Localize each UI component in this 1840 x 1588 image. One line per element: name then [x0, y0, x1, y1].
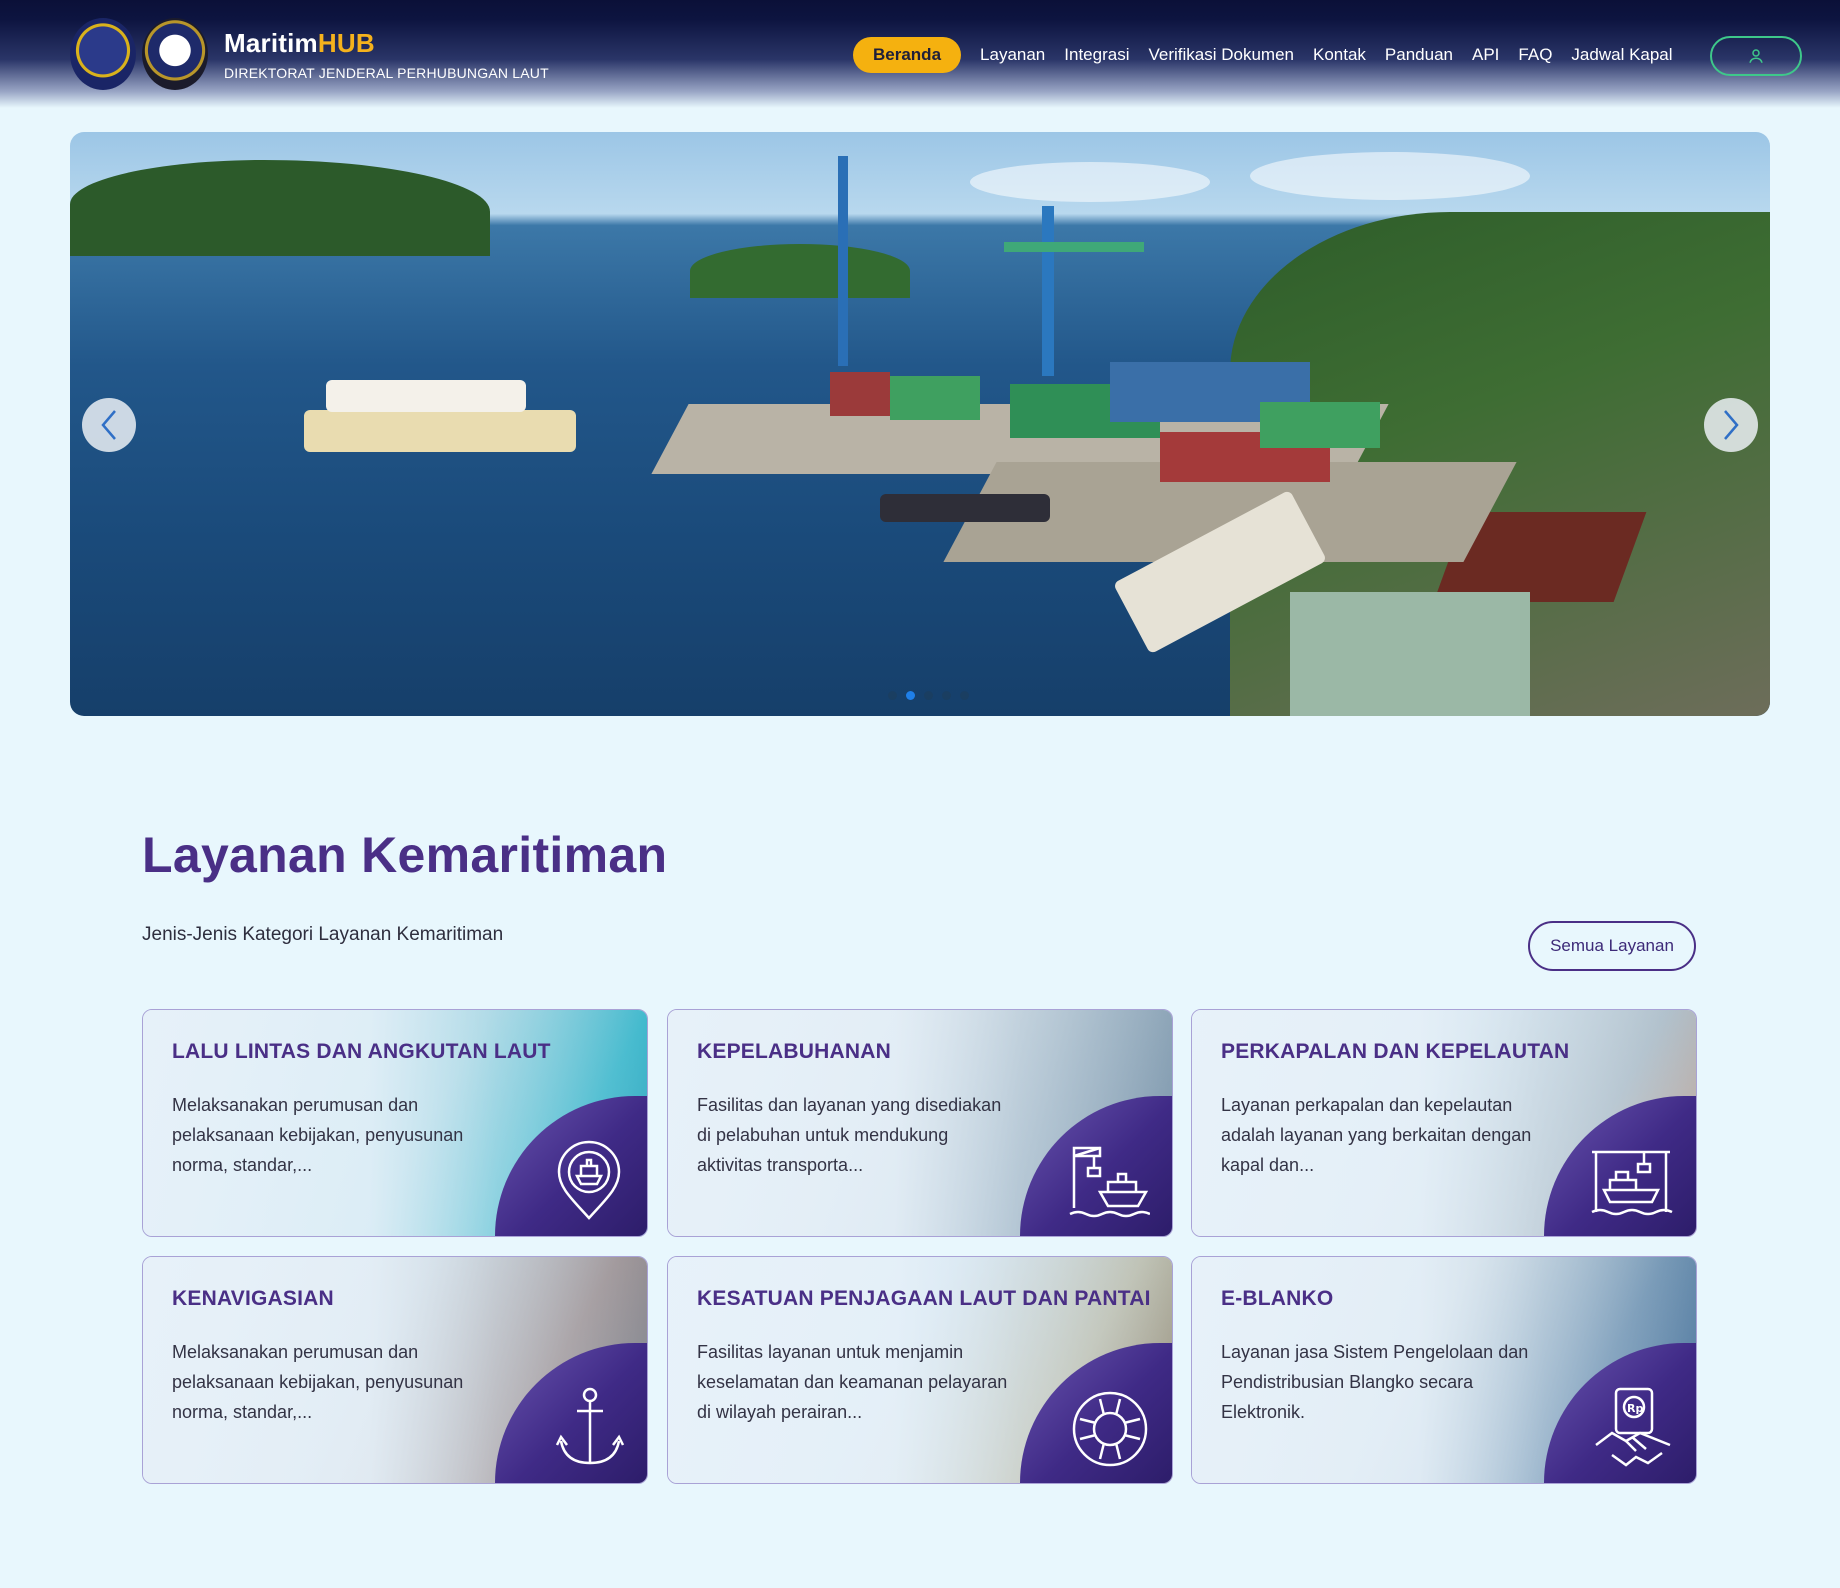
lifebuoy-icon	[1072, 1391, 1148, 1467]
carousel-dot-active[interactable]	[906, 691, 915, 700]
crane-shape	[1042, 206, 1054, 376]
nav-faq[interactable]: FAQ	[1518, 45, 1552, 65]
nav-api[interactable]: API	[1472, 45, 1499, 65]
cloud-shape	[1250, 152, 1530, 200]
chevron-right-icon	[1724, 410, 1739, 440]
card-description: Layanan perkapalan dan kepelautan adalah…	[1221, 1095, 1532, 1175]
chevron-left-icon	[101, 410, 116, 440]
card-description: Fasilitas dan layanan yang disediakan di…	[697, 1095, 1002, 1175]
nav-verifikasi-dokumen[interactable]: Verifikasi Dokumen	[1148, 45, 1294, 65]
carousel-dot[interactable]	[942, 691, 951, 700]
directorate-logo	[142, 18, 208, 90]
brand-subtitle: DIREKTORAT JENDERAL PERHUBUNGAN LAUT	[224, 64, 549, 81]
user-icon	[1749, 49, 1763, 63]
main-nav: Beranda Layanan Integrasi Verifikasi Dok…	[853, 37, 1840, 73]
hero-carousel[interactable]	[70, 132, 1770, 716]
island-shape	[690, 244, 910, 298]
card-title: PERKAPALAN DAN KEPELAUTAN	[1221, 1040, 1570, 1063]
handshake-payment-icon: Rp	[1595, 1387, 1671, 1467]
all-services-button[interactable]: Semua Layanan	[1528, 921, 1696, 971]
top-header: MaritimHUB DIREKTORAT JENDERAL PERHUBUNG…	[0, 0, 1840, 108]
carousel-dot[interactable]	[888, 691, 897, 700]
carousel-dots	[888, 691, 978, 700]
ferry-ship-shape	[326, 380, 526, 412]
card-title: KENAVIGASIAN	[172, 1287, 334, 1310]
crane-shape	[838, 156, 848, 366]
nav-integrasi[interactable]: Integrasi	[1064, 45, 1129, 65]
building-shape	[1290, 592, 1530, 716]
container-stack	[830, 372, 890, 416]
island-shape	[70, 160, 490, 256]
service-card-kenavigasian[interactable]: KENAVIGASIAN Melaksanakan perumusan dan …	[142, 1256, 648, 1484]
card-description: Layanan jasa Sistem Pengelolaan dan Pend…	[1221, 1342, 1529, 1422]
carousel-dot[interactable]	[924, 691, 933, 700]
brand[interactable]: MaritimHUB DIREKTORAT JENDERAL PERHUBUNG…	[70, 18, 549, 90]
ferry-ship-shape	[304, 410, 576, 452]
brand-name: MaritimHUB	[224, 28, 549, 59]
nav-beranda[interactable]: Beranda	[853, 37, 962, 73]
brand-name-accent: HUB	[317, 27, 375, 58]
service-card-kplp[interactable]: KESATUAN PENJAGAAN LAUT DAN PANTAI Fasil…	[667, 1256, 1173, 1484]
carousel-prev-button[interactable]	[82, 398, 136, 452]
nav-kontak[interactable]: Kontak	[1313, 45, 1366, 65]
brand-text: MaritimHUB DIREKTORAT JENDERAL PERHUBUNG…	[224, 28, 549, 81]
ship-location-icon	[557, 1140, 621, 1220]
brand-name-main: Maritim	[224, 27, 318, 58]
container-stack	[1260, 402, 1380, 448]
card-description: Fasilitas layanan untuk menjamin keselam…	[697, 1342, 1008, 1422]
tug-ship-shape	[880, 494, 1050, 522]
svg-text:Rp: Rp	[1627, 1402, 1643, 1415]
card-title: LALU LINTAS DAN ANGKUTAN LAUT	[172, 1040, 551, 1063]
ministry-logo	[70, 18, 136, 90]
section-title: Layanan Kemaritiman	[142, 827, 668, 883]
shipyard-icon	[1591, 1150, 1673, 1216]
anchor-icon	[555, 1387, 625, 1465]
service-card-perkapalan[interactable]: PERKAPALAN DAN KEPELAUTAN Layanan perkap…	[1191, 1009, 1697, 1237]
card-description: Melaksanakan perumusan dan pelaksanaan k…	[172, 1095, 464, 1175]
container-stack	[890, 376, 980, 420]
carousel-next-button[interactable]	[1704, 398, 1758, 452]
nav-panduan[interactable]: Panduan	[1385, 45, 1453, 65]
card-description: Melaksanakan perumusan dan pelaksanaan k…	[172, 1342, 464, 1422]
nav-jadwal-kapal[interactable]: Jadwal Kapal	[1571, 45, 1672, 65]
cloud-shape	[970, 162, 1210, 202]
nav-layanan[interactable]: Layanan	[980, 45, 1045, 65]
service-card-e-blanko[interactable]: E-BLANKO Layanan jasa Sistem Pengelolaan…	[1191, 1256, 1697, 1484]
card-title: KESATUAN PENJAGAAN LAUT DAN PANTAI	[697, 1287, 1151, 1310]
service-card-lalu-lintas[interactable]: LALU LINTAS DAN ANGKUTAN LAUT Melaksanak…	[142, 1009, 648, 1237]
login-button[interactable]	[1710, 36, 1802, 76]
card-title: KEPELABUHANAN	[697, 1040, 891, 1063]
crane-shape	[1004, 242, 1144, 252]
card-title: E-BLANKO	[1221, 1287, 1334, 1310]
section-subtitle: Jenis-Jenis Kategori Layanan Kemaritiman	[142, 924, 504, 945]
carousel-dot[interactable]	[960, 691, 969, 700]
service-card-kepelabuhanan[interactable]: KEPELABUHANAN Fasilitas dan layanan yang…	[667, 1009, 1173, 1237]
port-crane-ship-icon	[1069, 1146, 1150, 1218]
